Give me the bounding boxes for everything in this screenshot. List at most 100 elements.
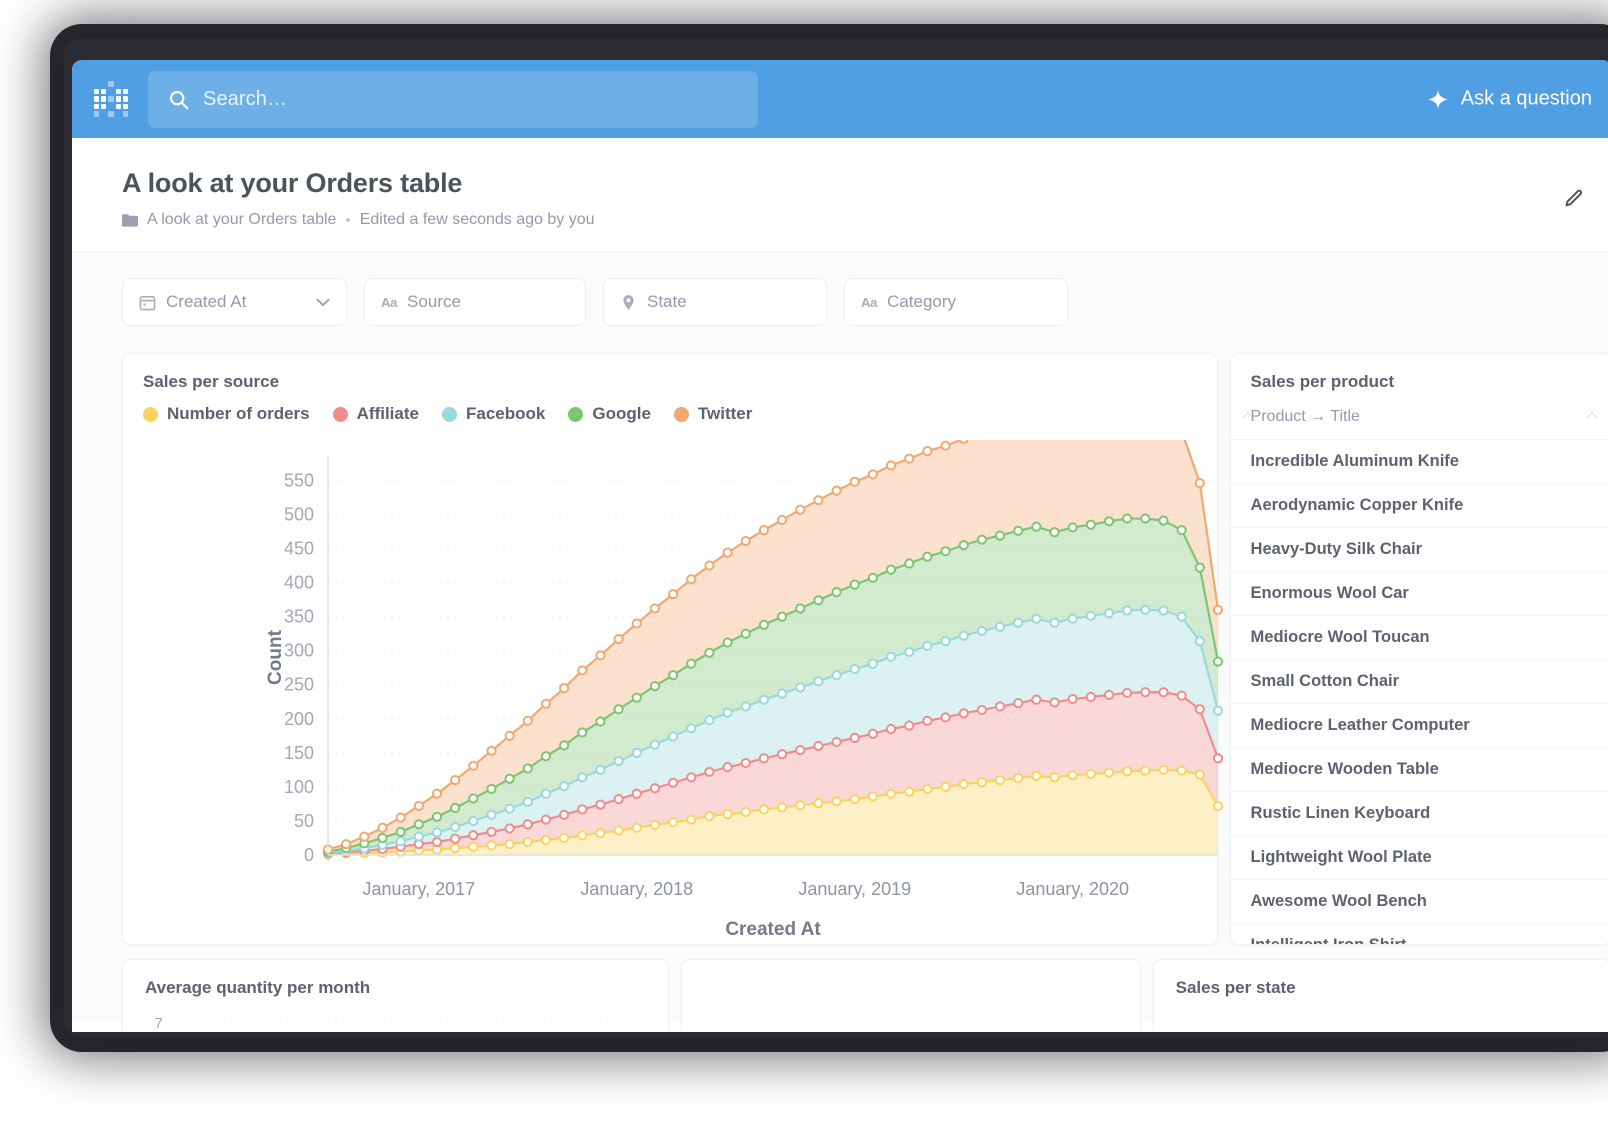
data-point-marker	[960, 780, 968, 788]
legend-item-facebook[interactable]: Facebook	[442, 404, 545, 424]
table-row[interactable]: Awesome Wool Bench	[1231, 880, 1608, 924]
card-title-sales-per-state: Sales per state	[1154, 960, 1608, 998]
filter-state[interactable]: State	[603, 278, 827, 326]
data-point-marker	[923, 717, 931, 725]
search-icon	[168, 89, 189, 110]
legend-item-twitter[interactable]: Twitter	[674, 404, 752, 424]
table-row[interactable]: Mediocre Leather Computer	[1231, 704, 1608, 748]
data-point-marker	[705, 812, 713, 820]
table-row[interactable]: Incredible Aluminum Knife	[1231, 440, 1608, 484]
edit-pencil-icon[interactable]	[1562, 188, 1584, 210]
data-point-marker	[905, 788, 913, 796]
data-point-marker	[796, 683, 804, 691]
data-point-marker	[960, 632, 968, 640]
data-point-marker	[596, 829, 604, 837]
card-sales-per-source[interactable]: Sales per source Number of ordersAffilia…	[122, 353, 1218, 945]
data-point-marker	[506, 775, 514, 783]
data-point-marker	[433, 813, 441, 821]
x-axis-tick-label: January, 2017	[362, 879, 475, 899]
data-point-marker	[832, 671, 840, 679]
breadcrumb-collection-link[interactable]: A look at your Orders table	[147, 211, 336, 229]
data-point-marker	[1032, 523, 1040, 531]
x-axis-tick-label: January, 2019	[798, 879, 911, 899]
data-point-marker	[1087, 521, 1095, 529]
product-table-body: Incredible Aluminum KnifeAerodynamic Cop…	[1231, 440, 1608, 945]
data-point-marker	[778, 613, 786, 621]
data-point-marker	[960, 709, 968, 717]
data-point-marker	[978, 778, 986, 786]
data-point-marker	[941, 783, 949, 791]
data-point-marker	[1105, 517, 1113, 525]
ask-a-question-label: Ask a question	[1461, 88, 1592, 111]
data-point-marker	[524, 764, 532, 772]
data-point-marker	[1196, 479, 1204, 487]
y-axis-tick-label: 200	[284, 709, 314, 729]
data-point-marker	[832, 738, 840, 746]
data-point-marker	[615, 635, 623, 643]
data-point-marker	[723, 763, 731, 771]
filter-created-at[interactable]: Created At	[122, 278, 347, 326]
table-row[interactable]: Mediocre Wooden Table	[1231, 748, 1608, 792]
data-point-marker	[1105, 691, 1113, 699]
data-point-marker	[506, 840, 514, 848]
data-point-marker	[633, 619, 641, 627]
data-point-marker	[669, 732, 677, 740]
data-point-marker	[451, 823, 459, 831]
data-point-marker	[778, 803, 786, 811]
card-average-quantity-per-month[interactable]: Average quantity per month 76	[122, 959, 669, 1032]
data-point-marker	[905, 648, 913, 656]
card-title-average-quantity: Average quantity per month	[123, 960, 668, 998]
sort-ascending-icon	[1587, 411, 1597, 418]
table-row[interactable]: Lightweight Wool Plate	[1231, 836, 1608, 880]
card-sales-per-product[interactable]: Sales per product Product → Title Incred…	[1230, 353, 1608, 945]
ask-a-question-button[interactable]: Ask a question	[1427, 88, 1592, 111]
data-point-marker	[397, 837, 405, 845]
data-point-marker	[1214, 606, 1222, 614]
last-edited-info: Edited a few seconds ago by you	[360, 211, 595, 229]
data-point-marker	[1141, 606, 1149, 614]
filter-source[interactable]: Aa Source	[364, 278, 586, 326]
table-row[interactable]: Aerodynamic Copper Knife	[1231, 484, 1608, 528]
data-point-marker	[1123, 514, 1131, 522]
legend-item-google[interactable]: Google	[568, 404, 651, 424]
data-point-marker	[960, 440, 968, 443]
y-axis-tick-label: 350	[284, 607, 314, 627]
legend-item-number-of-orders[interactable]: Number of orders	[143, 404, 310, 424]
data-point-marker	[506, 824, 514, 832]
data-point-marker	[1196, 771, 1204, 779]
metabase-logo-icon[interactable]	[94, 81, 128, 117]
data-point-marker	[778, 750, 786, 758]
table-row[interactable]: Heavy-Duty Silk Chair	[1231, 528, 1608, 572]
card-title-sales-per-product: Sales per product	[1231, 354, 1608, 392]
filter-category[interactable]: Aa Category	[844, 278, 1068, 326]
data-point-marker	[1032, 772, 1040, 780]
data-point-marker	[1050, 528, 1058, 536]
data-point-marker	[669, 590, 677, 598]
data-point-marker	[705, 768, 713, 776]
x-axis-tick-label: January, 2020	[1016, 879, 1129, 899]
search-input[interactable]: Search…	[148, 71, 758, 128]
data-point-marker	[1123, 767, 1131, 775]
data-point-marker	[651, 682, 659, 690]
data-point-marker	[687, 660, 695, 668]
card-sales-per-state[interactable]: Sales per state	[1153, 959, 1608, 1032]
table-row[interactable]: Intelligent Iron Shirt	[1231, 924, 1608, 945]
data-point-marker	[1178, 692, 1186, 700]
data-point-marker	[596, 766, 604, 774]
table-row[interactable]: Mediocre Wool Toucan	[1231, 616, 1608, 660]
table-row[interactable]: Rustic Linen Keyboard	[1231, 792, 1608, 836]
table-row[interactable]: Small Cotton Chair	[1231, 660, 1608, 704]
card-blank[interactable]	[681, 959, 1140, 1032]
table-row[interactable]: Enormous Wool Car	[1231, 572, 1608, 616]
data-point-marker	[1141, 766, 1149, 774]
y-axis-tick-label: 500	[284, 504, 314, 524]
data-point-marker	[869, 730, 877, 738]
legend-color-dot	[568, 407, 583, 422]
legend-label: Facebook	[466, 404, 545, 424]
table-column-header-product-title[interactable]: Product → Title	[1231, 392, 1608, 440]
data-point-marker	[1014, 774, 1022, 782]
dashboard-grid-row-1: Sales per source Number of ordersAffilia…	[72, 353, 1608, 945]
legend-label: Affiliate	[357, 404, 419, 424]
y-axis-tick-label: 250	[284, 675, 314, 695]
legend-item-affiliate[interactable]: Affiliate	[333, 404, 419, 424]
